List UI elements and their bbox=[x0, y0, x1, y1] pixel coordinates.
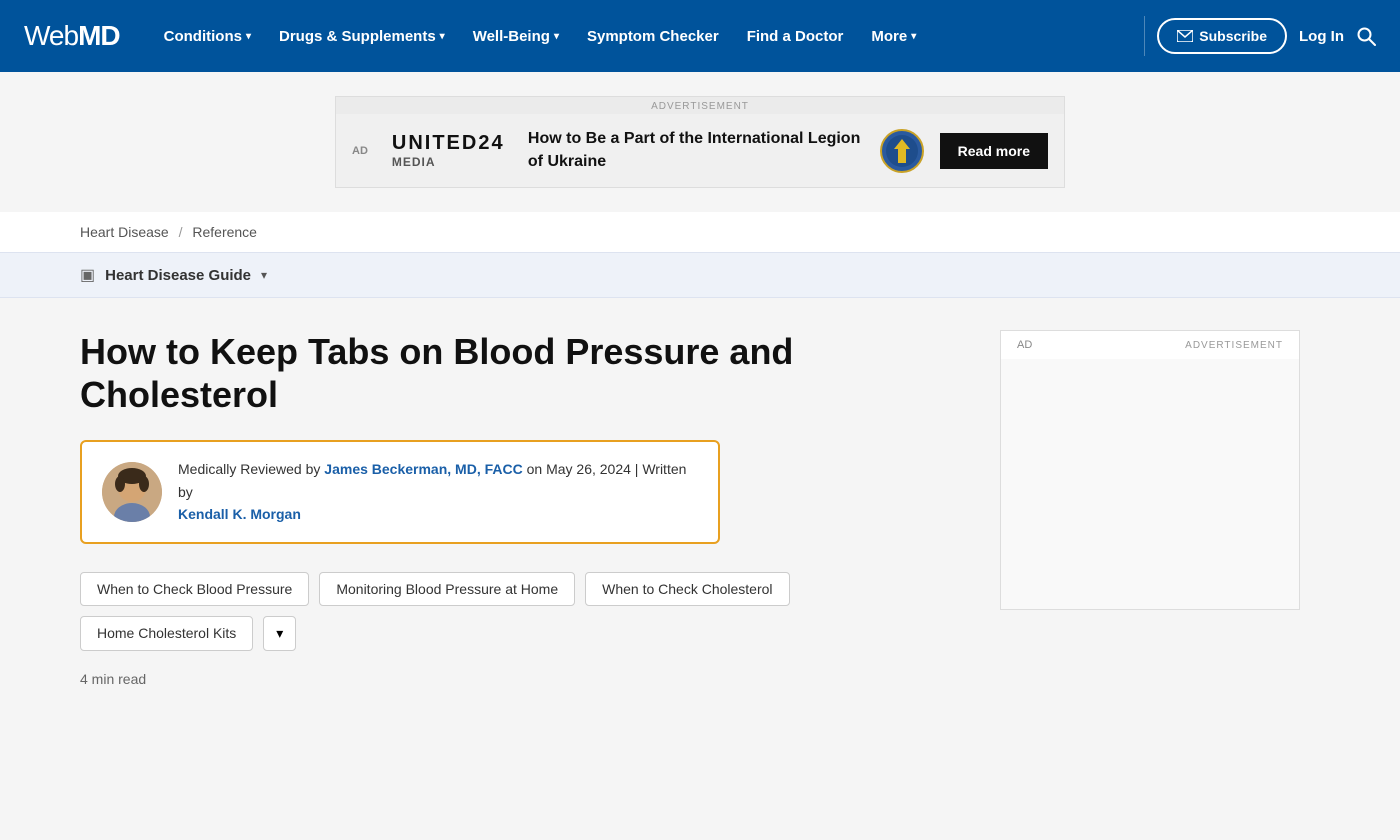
advertisement-label: ADVERTISEMENT bbox=[336, 97, 1064, 114]
reviewer-link[interactable]: James Beckerman, MD, FACC bbox=[324, 461, 522, 477]
page-content: ADVERTISEMENT AD UNITED24 MEDIA How to B… bbox=[0, 72, 1400, 840]
ad-logo-text: UNITED24 bbox=[392, 132, 505, 155]
ad-side-label: AD bbox=[352, 145, 376, 157]
read-time: 4 min read bbox=[80, 671, 960, 687]
nav-actions: Subscribe Log In bbox=[1157, 18, 1376, 54]
sidebar-advertisement-label: ADVERTISEMENT bbox=[1177, 336, 1291, 355]
guide-book-icon: ▣ bbox=[80, 265, 95, 285]
ad-logo: UNITED24 MEDIA bbox=[392, 132, 512, 169]
conditions-chevron-icon: ▾ bbox=[246, 31, 251, 42]
review-date: on May 26, 2024 bbox=[527, 461, 631, 477]
breadcrumb-link-reference[interactable]: Reference bbox=[192, 224, 257, 240]
guide-bar[interactable]: ▣ Heart Disease Guide ▾ bbox=[0, 252, 1400, 298]
nav-item-conditions[interactable]: Conditions ▾ bbox=[152, 20, 263, 53]
nav-item-wellbeing[interactable]: Well-Being ▾ bbox=[461, 20, 571, 53]
wellbeing-chevron-icon: ▾ bbox=[554, 31, 559, 42]
sidebar-ad-placeholder bbox=[1001, 359, 1299, 609]
article-section: How to Keep Tabs on Blood Pressure and C… bbox=[80, 330, 960, 687]
author-info: Medically Reviewed by James Beckerman, M… bbox=[178, 458, 698, 525]
subscribe-button[interactable]: Subscribe bbox=[1157, 18, 1287, 54]
search-button[interactable] bbox=[1356, 26, 1376, 46]
ad-logo-sub: MEDIA bbox=[392, 155, 436, 169]
tag-monitoring-blood-pressure[interactable]: Monitoring Blood Pressure at Home bbox=[319, 572, 575, 606]
drugs-chevron-icon: ▾ bbox=[440, 31, 445, 42]
read-more-button[interactable]: Read more bbox=[940, 133, 1048, 169]
logo-web: Web bbox=[24, 20, 78, 51]
ad-text: How to Be a Part of the International Le… bbox=[528, 128, 864, 173]
ukraine-emblem-icon bbox=[880, 129, 924, 173]
breadcrumb: Heart Disease / Reference bbox=[0, 212, 1400, 252]
tag-cholesterol-check[interactable]: When to Check Cholesterol bbox=[585, 572, 789, 606]
sidebar-ad: AD ADVERTISEMENT bbox=[1000, 330, 1300, 610]
nav-item-more[interactable]: More ▾ bbox=[859, 20, 928, 53]
sidebar-ad-label: AD bbox=[1009, 335, 1040, 355]
author-box: Medically Reviewed by James Beckerman, M… bbox=[80, 440, 720, 543]
more-tags-chevron-icon: ▾ bbox=[276, 625, 283, 642]
more-tags-button[interactable]: ▾ bbox=[263, 616, 296, 651]
nav-links: Conditions ▾ Drugs & Supplements ▾ Well-… bbox=[152, 20, 1133, 53]
author-link[interactable]: Kendall K. Morgan bbox=[178, 506, 301, 522]
navbar: WebMD Conditions ▾ Drugs & Supplements ▾… bbox=[0, 0, 1400, 72]
avatar bbox=[102, 462, 162, 522]
tag-blood-pressure-check[interactable]: When to Check Blood Pressure bbox=[80, 572, 309, 606]
guide-chevron-icon[interactable]: ▾ bbox=[261, 268, 267, 282]
main-area: How to Keep Tabs on Blood Pressure and C… bbox=[0, 298, 1400, 719]
medically-reviewed-label: Medically Reviewed by bbox=[178, 461, 324, 477]
nav-divider bbox=[1144, 16, 1145, 56]
author-avatar-image bbox=[102, 462, 162, 522]
nav-item-drugs[interactable]: Drugs & Supplements ▾ bbox=[267, 20, 457, 53]
ad-content: AD UNITED24 MEDIA How to Be a Part of th… bbox=[336, 114, 1064, 187]
sidebar-section: AD ADVERTISEMENT bbox=[1000, 330, 1300, 687]
mail-icon bbox=[1177, 30, 1193, 42]
tag-home-cholesterol-kits[interactable]: Home Cholesterol Kits bbox=[80, 616, 253, 651]
nav-item-symptom-checker[interactable]: Symptom Checker bbox=[575, 20, 731, 53]
logo-md: MD bbox=[78, 20, 120, 51]
more-chevron-icon: ▾ bbox=[911, 31, 916, 42]
breadcrumb-link-heart-disease[interactable]: Heart Disease bbox=[80, 224, 169, 240]
login-button[interactable]: Log In bbox=[1299, 28, 1344, 45]
topic-tags: When to Check Blood Pressure Monitoring … bbox=[80, 572, 960, 651]
breadcrumb-separator: / bbox=[179, 224, 183, 240]
ad-banner-area: ADVERTISEMENT AD UNITED24 MEDIA How to B… bbox=[0, 72, 1400, 212]
search-icon bbox=[1356, 26, 1376, 46]
guide-title: Heart Disease Guide bbox=[105, 267, 251, 284]
nav-item-find-doctor[interactable]: Find a Doctor bbox=[735, 20, 856, 53]
advertisement-block: ADVERTISEMENT AD UNITED24 MEDIA How to B… bbox=[335, 96, 1065, 188]
article-title: How to Keep Tabs on Blood Pressure and C… bbox=[80, 330, 960, 416]
logo[interactable]: WebMD bbox=[24, 20, 120, 52]
